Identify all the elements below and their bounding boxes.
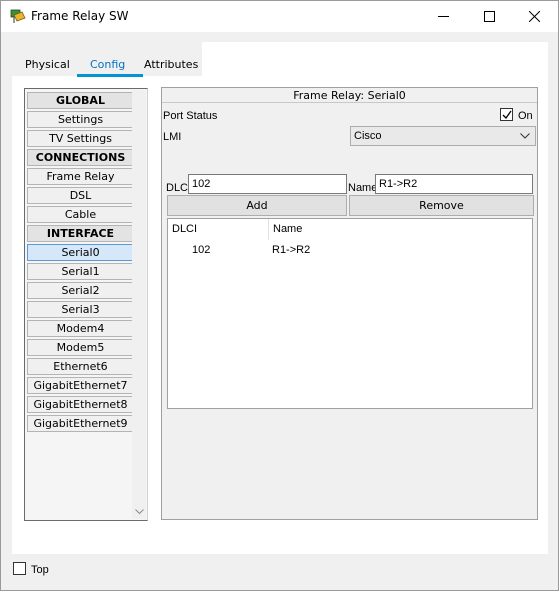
frame-relay-window: Frame Relay SW Physical Config Attribute… [0,0,559,591]
column-header-name[interactable]: Name [269,219,533,240]
nav-section-interface: INTERFACE [27,225,134,242]
lmi-label: LMI [163,131,182,143]
panel-title: Frame Relay: Serial0 [162,88,537,103]
nav-item-serial3[interactable]: Serial3 [27,301,134,318]
tab-config[interactable]: Config [90,58,125,71]
nav-item-gigabitethernet9[interactable]: GigabitEthernet9 [27,415,134,432]
nav-section-global: GLOBAL [27,92,134,109]
maximize-button[interactable] [467,1,513,32]
nav-item-modem4[interactable]: Modem4 [27,320,134,337]
nav-item-tv-settings[interactable]: TV Settings [27,130,134,147]
window-title: Frame Relay SW [31,9,129,23]
frame-relay-panel: Frame Relay: Serial0 Port Status On LMI … [161,87,538,520]
port-on-checkbox[interactable] [500,108,513,121]
lmi-selected-value: Cisco [354,130,382,142]
nav-item-modem5[interactable]: Modem5 [27,339,134,356]
nav-section-connections: CONNECTIONS [27,149,134,166]
top-checkbox[interactable] [13,562,26,575]
nav-item-serial1[interactable]: Serial1 [27,263,134,280]
chevron-down-icon[interactable] [135,509,144,515]
nav-item-gigabitethernet8[interactable]: GigabitEthernet8 [27,396,134,413]
close-icon [529,11,540,22]
minimize-button[interactable] [421,1,467,32]
dlci-input[interactable] [188,174,347,194]
port-on-label: On [518,110,533,122]
chevron-down-icon [520,133,530,139]
nav-item-serial0[interactable]: Serial0 [27,244,134,261]
nav-scrollbar[interactable] [132,90,146,519]
nav-item-settings[interactable]: Settings [27,111,134,128]
top-label: Top [31,564,49,576]
checkmark-icon [502,110,512,120]
config-nav-list: GLOBAL Settings TV Settings CONNECTIONS Fram… [24,88,148,521]
nav-item-ethernet6[interactable]: Ethernet6 [27,358,134,375]
table-cell-dlci: 102 [192,244,211,256]
tab-container: Physical Config Attributes GLOBAL Setting… [12,42,548,554]
port-status-label: Port Status [163,110,218,122]
tab-physical[interactable]: Physical [25,58,70,71]
nav-item-dsl[interactable]: DSL [27,187,134,204]
active-tab-indicator [77,74,143,77]
nav-item-cable[interactable]: Cable [27,206,134,223]
column-header-dlci[interactable]: DLCI [168,219,269,240]
lmi-select[interactable]: Cisco [350,126,536,146]
title-bar[interactable]: Frame Relay SW [1,1,558,32]
app-icon [10,9,26,23]
nav-item-frame-relay[interactable]: Frame Relay [27,168,134,185]
maximize-icon [484,11,495,22]
table-cell-name: R1->R2 [272,244,311,256]
name-label: Name [348,182,378,194]
dlci-table: DLCI Name 102 R1->R2 [167,218,533,409]
tab-attributes[interactable]: Attributes [144,58,198,71]
name-input[interactable] [375,174,533,194]
close-button[interactable] [512,1,558,32]
client-area: Physical Config Attributes GLOBAL Setting… [1,32,558,590]
nav-item-gigabitethernet7[interactable]: GigabitEthernet7 [27,377,134,394]
nav-item-serial2[interactable]: Serial2 [27,282,134,299]
add-button[interactable]: Add [167,195,347,216]
minimize-icon [438,16,449,17]
remove-button[interactable]: Remove [349,195,534,216]
nav-items: GLOBAL Settings TV Settings CONNECTIONS Fram… [27,92,134,434]
